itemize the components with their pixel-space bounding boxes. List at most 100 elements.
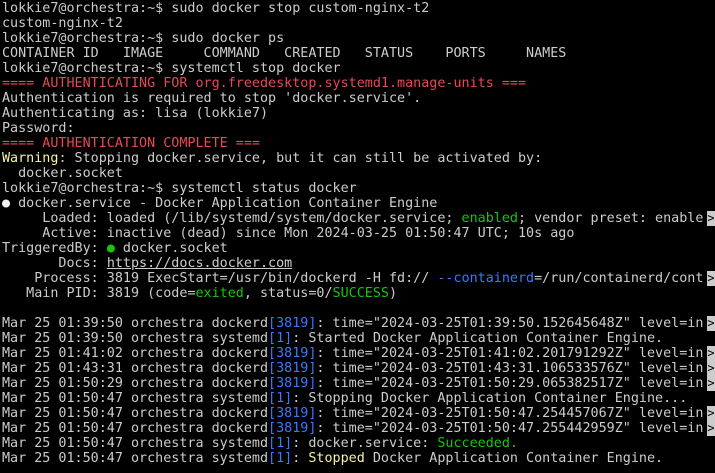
terminal-text-segment: Process: 3819 ExecStart=/usr/bin/dockerd… <box>2 271 438 286</box>
terminal-text-segment: [1] <box>268 451 293 466</box>
terminal-text-segment: [3819] <box>268 316 317 331</box>
terminal-text-segment: Mar 25 01:43:31 orchestra dockerd <box>2 361 269 376</box>
terminal-line: Main PID: 3819 (code=exited, status=0/SU… <box>2 286 715 301</box>
truncation-marker: > <box>707 376 715 391</box>
terminal-line: Active: inactive (dead) since Mon 2024-0… <box>2 226 715 241</box>
terminal-text-segment: TriggeredBy: <box>2 241 107 256</box>
terminal-text-segment: : Stopping docker.service, but it can st… <box>58 151 543 166</box>
truncation-marker: > <box>707 361 715 376</box>
terminal-line: Mar 25 01:43:31 orchestra dockerd[3819]:… <box>2 361 715 376</box>
terminal-text-segment: =/run/containerd/cont <box>534 271 704 286</box>
terminal-text-segment: Mar 25 01:50:47 orchestra systemd <box>2 436 269 451</box>
terminal-text-segment: ● <box>2 196 11 211</box>
terminal-text-segment: lokkie7@orchestra:~$ sudo docker stop cu… <box>2 1 430 16</box>
truncation-marker: > <box>707 211 715 226</box>
terminal-text-segment: [1] <box>268 436 293 451</box>
terminal-text-segment: Warning <box>2 151 59 166</box>
terminal-text-segment: : time="2024-03-25T01:50:47.254457067Z" … <box>316 406 704 421</box>
terminal-text-segment: : time="2024-03-25T01:39:50.152645648Z" … <box>316 316 704 331</box>
docs-link[interactable]: https://docs.docker.com <box>107 256 292 271</box>
truncation-marker: > <box>707 271 715 286</box>
terminal-text-segment: Active: inactive (dead) since Mon 2024-0… <box>2 226 575 241</box>
terminal-line: Loaded: loaded (/lib/systemd/system/dock… <box>2 211 715 226</box>
terminal-text-segment: Mar 25 01:50:47 orchestra systemd <box>2 451 269 466</box>
terminal-text-segment: Succeeded. <box>437 436 518 451</box>
terminal-text-segment: [1] <box>268 391 293 406</box>
terminal-line: Mar 25 01:50:47 orchestra systemd[1]: St… <box>2 451 715 466</box>
terminal-text-segment: : Started Docker Application Container E… <box>292 331 664 346</box>
terminal-line: lokkie7@orchestra:~$ sudo docker stop cu… <box>2 1 715 16</box>
terminal-line: Mar 25 01:50:47 orchestra systemd[1]: St… <box>2 391 715 406</box>
terminal-text-segment: : time="2024-03-25T01:43:31.106533576Z" … <box>316 361 704 376</box>
terminal-text-segment: --containerd <box>437 271 535 286</box>
terminal-line: docker.socket <box>2 166 715 181</box>
terminal-text-segment: Mar 25 01:50:47 orchestra dockerd <box>2 421 269 436</box>
terminal-line: CONTAINER ID IMAGE COMMAND CREATED STATU… <box>2 46 715 61</box>
terminal-text-segment: Mar 25 01:41:02 orchestra dockerd <box>2 346 269 361</box>
terminal-text-segment: enabled <box>461 211 518 226</box>
terminal-text-segment: Loaded: loaded (/lib/systemd/system/dock… <box>2 211 462 226</box>
terminal-line: custom-nginx-t2 <box>2 16 715 31</box>
terminal-text-segment: ==== AUTHENTICATION COMPLETE === <box>2 136 260 151</box>
terminal-text-segment: [3819] <box>268 376 317 391</box>
terminal-text-segment: ==== AUTHENTICATING FOR org.freedesktop.… <box>2 76 527 91</box>
terminal-window[interactable]: lokkie7@orchestra:~$ sudo docker stop cu… <box>0 0 715 473</box>
terminal-line: Mar 25 01:50:47 orchestra dockerd[3819]:… <box>2 406 715 421</box>
terminal-text-segment: Stopped <box>308 451 365 466</box>
terminal-line: Mar 25 01:50:47 orchestra dockerd[3819]:… <box>2 421 715 436</box>
terminal-text-segment: Mar 25 01:50:47 orchestra systemd <box>2 391 269 406</box>
terminal-line: TriggeredBy: ● docker.socket <box>2 241 715 256</box>
terminal-text-segment: lokkie7@orchestra:~$ systemctl stop dock… <box>2 61 341 76</box>
terminal-line: ● docker.service - Docker Application Co… <box>2 196 715 211</box>
terminal-text-segment: lokkie7@orchestra:~$ systemctl status do… <box>2 181 357 196</box>
terminal-text-segment: Mar 25 01:39:50 orchestra systemd <box>2 331 269 346</box>
terminal-text-segment: Authenticating as: lisa (lokkie7) <box>2 106 269 121</box>
terminal-text-segment: Mar 25 01:50:29 orchestra dockerd <box>2 376 269 391</box>
terminal-line: Mar 25 01:41:02 orchestra dockerd[3819]:… <box>2 346 715 361</box>
terminal-text-segment: [1] <box>268 331 293 346</box>
terminal-text-segment: : time="2024-03-25T01:50:29.065382517Z" … <box>316 376 704 391</box>
terminal-text-segment: ) <box>388 286 398 301</box>
terminal-line: lokkie7@orchestra:~$ sudo docker ps <box>2 31 715 46</box>
terminal-text-segment: : time="2024-03-25T01:41:02.201791292Z" … <box>316 346 704 361</box>
truncation-marker: > <box>707 406 715 421</box>
terminal-text-segment: Mar 25 01:50:47 orchestra dockerd <box>2 406 269 421</box>
terminal-line: Process: 3819 ExecStart=/usr/bin/dockerd… <box>2 271 715 286</box>
terminal-text-segment: Mar 25 01:39:50 orchestra dockerd <box>2 316 269 331</box>
terminal-text-segment: ● <box>106 241 115 256</box>
terminal-text-segment: docker.service - Docker Application Cont… <box>10 196 438 211</box>
terminal-line: Authentication is required to stop 'dock… <box>2 91 715 106</box>
terminal-line: Mar 25 01:50:47 orchestra systemd[1]: do… <box>2 436 715 451</box>
terminal-text-segment: [3819] <box>268 361 317 376</box>
terminal-text-segment: Password: <box>2 121 75 136</box>
terminal-text-segment: Authentication is required to stop 'dock… <box>2 91 422 106</box>
terminal-line: Mar 25 01:50:29 orchestra dockerd[3819]:… <box>2 376 715 391</box>
terminal-line: Mar 25 01:39:50 orchestra dockerd[3819]:… <box>2 316 715 331</box>
terminal-text-segment: [3819] <box>268 346 317 361</box>
terminal-text-segment: Docker Application Container Engine. <box>364 451 664 466</box>
terminal-line: Docs: https://docs.docker.com <box>2 256 715 271</box>
terminal-text-segment: Docs: <box>2 256 107 271</box>
terminal-line: Authenticating as: lisa (lokkie7) <box>2 106 715 121</box>
terminal-line: Password: <box>2 121 715 136</box>
terminal-line: ==== AUTHENTICATION COMPLETE === <box>2 136 715 151</box>
terminal-text-segment: [3819] <box>268 421 317 436</box>
terminal-text-segment: [3819] <box>268 406 317 421</box>
terminal-line: lokkie7@orchestra:~$ systemctl stop dock… <box>2 61 715 76</box>
truncation-marker: > <box>707 346 715 361</box>
truncation-marker: > <box>707 316 715 331</box>
terminal-text-segment: Main PID: 3819 (code= <box>2 286 196 301</box>
terminal-text-segment: lokkie7@orchestra:~$ sudo docker ps <box>2 31 285 46</box>
terminal-text-segment: , status=0/ <box>243 286 333 301</box>
terminal-text-segment: docker.socket <box>114 241 228 256</box>
terminal-text-segment: : <box>292 451 309 466</box>
terminal-line: Warning: Stopping docker.service, but it… <box>2 151 715 166</box>
terminal-text-segment: custom-nginx-t2 <box>2 16 123 31</box>
terminal-text-segment: SUCCESS <box>332 286 389 301</box>
terminal-text-segment: ; vendor preset: enable <box>517 211 704 226</box>
terminal-text-segment: docker.socket <box>2 166 123 181</box>
terminal-text-segment: exited <box>195 286 244 301</box>
terminal-line: lokkie7@orchestra:~$ systemctl status do… <box>2 181 715 196</box>
terminal-text-segment: CONTAINER ID IMAGE COMMAND CREATED STATU… <box>2 46 567 61</box>
